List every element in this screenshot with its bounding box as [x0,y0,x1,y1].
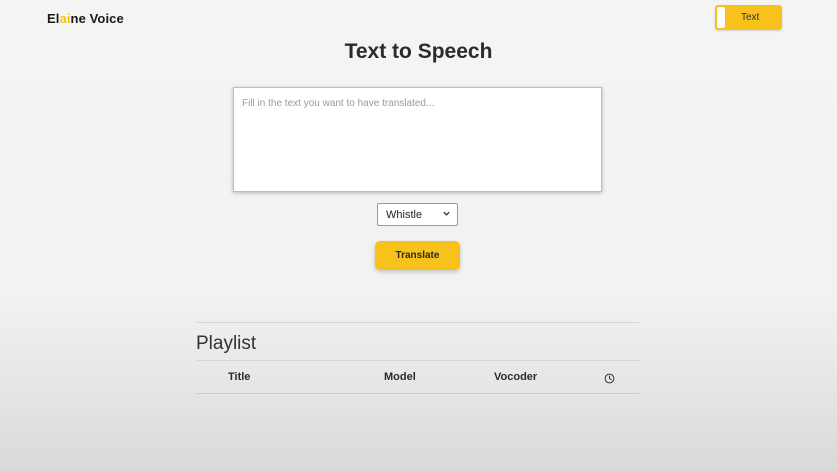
mode-toggle[interactable]: Text [715,5,782,30]
model-select-value: Whistle [386,209,423,221]
chevron-down-icon [443,211,450,216]
playlist-header-bottom-divider [196,393,639,394]
text-input[interactable] [233,87,602,192]
column-header-title[interactable]: Title [228,371,250,383]
toggle-knob[interactable] [717,7,725,28]
playlist-header-top-divider [196,360,639,361]
model-select[interactable]: Whistle [377,203,458,226]
mode-toggle-label: Text [741,12,760,23]
brand-accent: ai [59,11,71,26]
playlist-title: Playlist [196,333,257,354]
clock-icon[interactable] [604,373,615,384]
app-logo[interactable]: Elaine Voice [47,11,124,26]
translate-button[interactable]: Translate [375,241,460,270]
column-header-model[interactable]: Model [384,371,416,383]
column-header-vocoder[interactable]: Vocoder [494,371,537,383]
brand-prefix: El [47,11,60,26]
page-title: Text to Speech [344,40,493,63]
brand-suffix: ne Voice [70,11,124,26]
section-divider [196,322,639,323]
